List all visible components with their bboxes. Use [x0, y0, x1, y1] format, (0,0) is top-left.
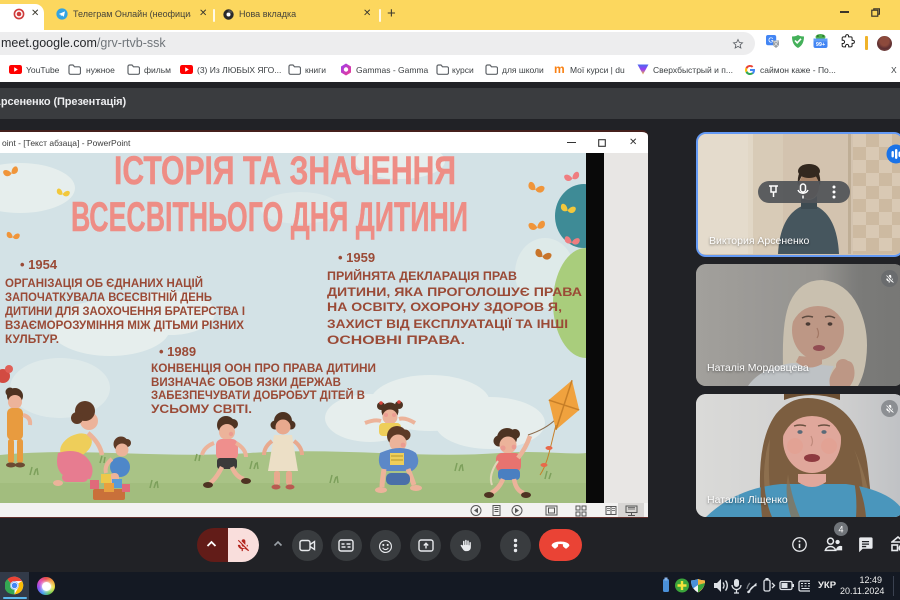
- svg-text:ВЗАЄМОРОЗУМІННЯ МІЖ ДІТЬМИ РІЗ: ВЗАЄМОРОЗУМІННЯ МІЖ ДІТЬМИ РІЗНИХ: [5, 320, 244, 332]
- svg-text:КОНВЕНЦІЯ ООН ПРО ПРАВА ДИТИНИ: КОНВЕНЦІЯ ООН ПРО ПРАВА ДИТИНИ: [151, 363, 376, 375]
- svg-text:文: 文: [773, 40, 779, 48]
- svg-text:НА ОСВІТУ, ОХОРОНУ ЗДОРОВ Я,: НА ОСВІТУ, ОХОРОНУ ЗДОРОВ Я,: [327, 302, 562, 314]
- svg-text:• 1989: • 1989: [159, 344, 196, 359]
- svg-text:ДИТИНИ ДЛЯ ЗАОХОЧЕННЯ БРАТЕРСТ: ДИТИНИ ДЛЯ ЗАОХОЧЕННЯ БРАТЕРСТВА І: [5, 306, 245, 318]
- svg-text:УСЬОМУ СВІТІ.: УСЬОМУ СВІТІ.: [151, 404, 252, 416]
- svg-text:• 1959: • 1959: [338, 250, 375, 265]
- svg-text:• 1954: • 1954: [20, 257, 58, 272]
- svg-text:ВИЗНАЧАЄ ОБОВ ЯЗКИ ДЕРЖАВ: ВИЗНАЧАЄ ОБОВ ЯЗКИ ДЕРЖАВ: [151, 377, 341, 389]
- svg-text:ЗАХИСТ ВІД ЕКСПЛУАТАЦІЇ ТА ІНШ: ЗАХИСТ ВІД ЕКСПЛУАТАЦІЇ ТА ІНШІ: [327, 318, 568, 331]
- svg-text:ДИТИНИ, ЯКА ПРОГОЛОШУЄ ПРАВА: ДИТИНИ, ЯКА ПРОГОЛОШУЄ ПРАВА: [327, 287, 582, 299]
- svg-text:4: 4: [838, 525, 843, 535]
- svg-text:ВСЕСВІТНЬОГО ДНЯ ДИТИНИ: ВСЕСВІТНЬОГО ДНЯ ДИТИНИ: [71, 193, 468, 240]
- svg-text:ПРИЙНЯТА ДЕКЛАРАЦІЯ ПРАВ: ПРИЙНЯТА ДЕКЛАРАЦІЯ ПРАВ: [327, 270, 517, 283]
- svg-text:ЗАПОЧАТКУВАЛА ВСЕСВІТНІЙ ДЕНЬ: ЗАПОЧАТКУВАЛА ВСЕСВІТНІЙ ДЕНЬ: [5, 291, 212, 304]
- svg-text:99+: 99+: [816, 42, 825, 48]
- svg-text:ІСТОРІЯ ТА ЗНАЧЕННЯ: ІСТОРІЯ ТА ЗНАЧЕННЯ: [114, 153, 456, 193]
- svg-text:КУЛЬТУР.: КУЛЬТУР.: [5, 334, 59, 346]
- svg-text:ЗАБЕЗПЕЧУВАТИ ДОБРОБУТ ДІТЕЙ В: ЗАБЕЗПЕЧУВАТИ ДОБРОБУТ ДІТЕЙ В: [151, 389, 365, 402]
- svg-text:ОСНОВНІ ПРАВА.: ОСНОВНІ ПРАВА.: [327, 335, 465, 347]
- svg-text:ОРГАНІЗАЦІЯ ОБ ЄДНАНИХ НАЦІЙ: ОРГАНІЗАЦІЯ ОБ ЄДНАНИХ НАЦІЙ: [5, 277, 203, 290]
